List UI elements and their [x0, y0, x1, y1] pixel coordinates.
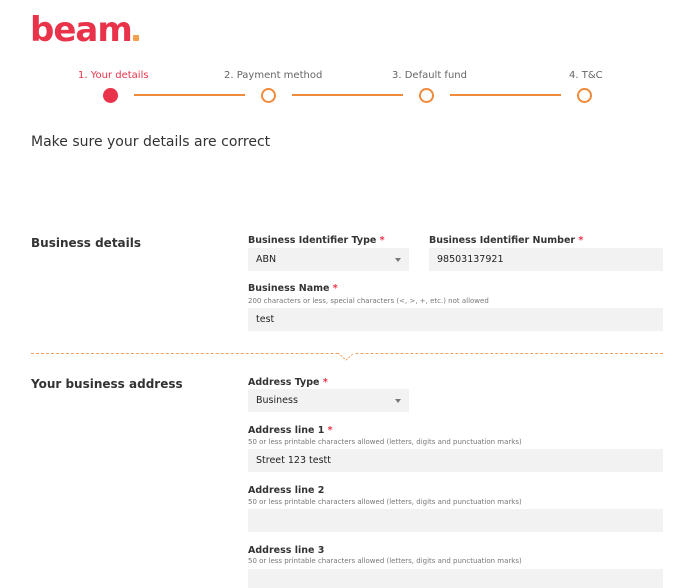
- step-label-default-fund[interactable]: 3. Default fund: [392, 70, 467, 81]
- address-type-label-text: Address Type: [248, 377, 320, 388]
- divider-notch-icon: [338, 352, 354, 361]
- business-name-value: test: [256, 314, 275, 325]
- address-line1-label-text: Address line 1: [248, 425, 325, 436]
- address-line1-input[interactable]: Street 123 testt: [248, 449, 663, 472]
- step-connector: [450, 94, 561, 96]
- address-type-select[interactable]: Business: [248, 389, 409, 412]
- step-circle-icon[interactable]: [261, 88, 276, 103]
- page-title: Make sure your details are correct: [31, 134, 271, 150]
- address-type-label: Address Type *: [248, 377, 328, 388]
- logo-text: beam: [30, 10, 133, 50]
- address-line3-input[interactable]: [248, 569, 663, 588]
- address-type-value: Business: [256, 395, 298, 406]
- required-marker: *: [322, 377, 328, 388]
- progress-stepper: 1. Your details 2. Payment method 3. Def…: [0, 70, 697, 110]
- address-line1-hint: 50 or less printable characters allowed …: [248, 438, 522, 446]
- identifier-type-select[interactable]: ABN: [248, 248, 409, 271]
- identifier-type-label-text: Business Identifier Type: [248, 235, 377, 246]
- identifier-type-value: ABN: [256, 254, 277, 265]
- required-marker: *: [578, 235, 584, 246]
- business-name-hint: 200 characters or less, special characte…: [248, 297, 489, 305]
- address-line3-label: Address line 3: [248, 545, 324, 556]
- step-label-tc[interactable]: 4. T&C: [569, 70, 603, 81]
- address-line3-label-text: Address line 3: [248, 545, 325, 556]
- chevron-down-icon: [395, 399, 401, 403]
- step-label-payment-method[interactable]: 2. Payment method: [224, 70, 322, 81]
- identifier-number-value: 98503137921: [437, 254, 504, 265]
- identifier-type-label: Business Identifier Type *: [248, 235, 385, 246]
- identifier-number-label: Business Identifier Number *: [429, 235, 583, 246]
- step-circle-icon[interactable]: [577, 88, 592, 103]
- address-line2-label-text: Address line 2: [248, 485, 325, 496]
- address-line2-input[interactable]: [248, 509, 663, 532]
- section-title-business-address: Your business address: [31, 377, 183, 391]
- chevron-down-icon: [395, 258, 401, 262]
- logo-dot-icon: [132, 35, 139, 41]
- step-label-your-details[interactable]: 1. Your details: [78, 70, 149, 81]
- address-line2-label: Address line 2: [248, 485, 324, 496]
- address-line1-value: Street 123 testt: [256, 455, 332, 466]
- address-line2-hint: 50 or less printable characters allowed …: [248, 498, 522, 506]
- required-marker: *: [332, 283, 338, 294]
- identifier-number-input[interactable]: 98503137921: [429, 248, 663, 271]
- address-line1-label: Address line 1 *: [248, 425, 333, 436]
- required-marker: *: [327, 425, 333, 436]
- address-line3-hint: 50 or less printable characters allowed …: [248, 557, 522, 565]
- required-marker: *: [379, 235, 385, 246]
- step-circle-icon[interactable]: [419, 88, 434, 103]
- section-title-business-details: Business details: [31, 236, 142, 250]
- identifier-number-label-text: Business Identifier Number: [429, 235, 576, 246]
- beam-logo[interactable]: beam: [30, 10, 139, 50]
- step-connector: [292, 94, 403, 96]
- step-circle-active-icon[interactable]: [103, 88, 118, 103]
- business-name-label: Business Name *: [248, 283, 338, 294]
- step-connector: [134, 94, 245, 96]
- business-name-label-text: Business Name: [248, 283, 330, 294]
- business-name-input[interactable]: test: [248, 308, 663, 331]
